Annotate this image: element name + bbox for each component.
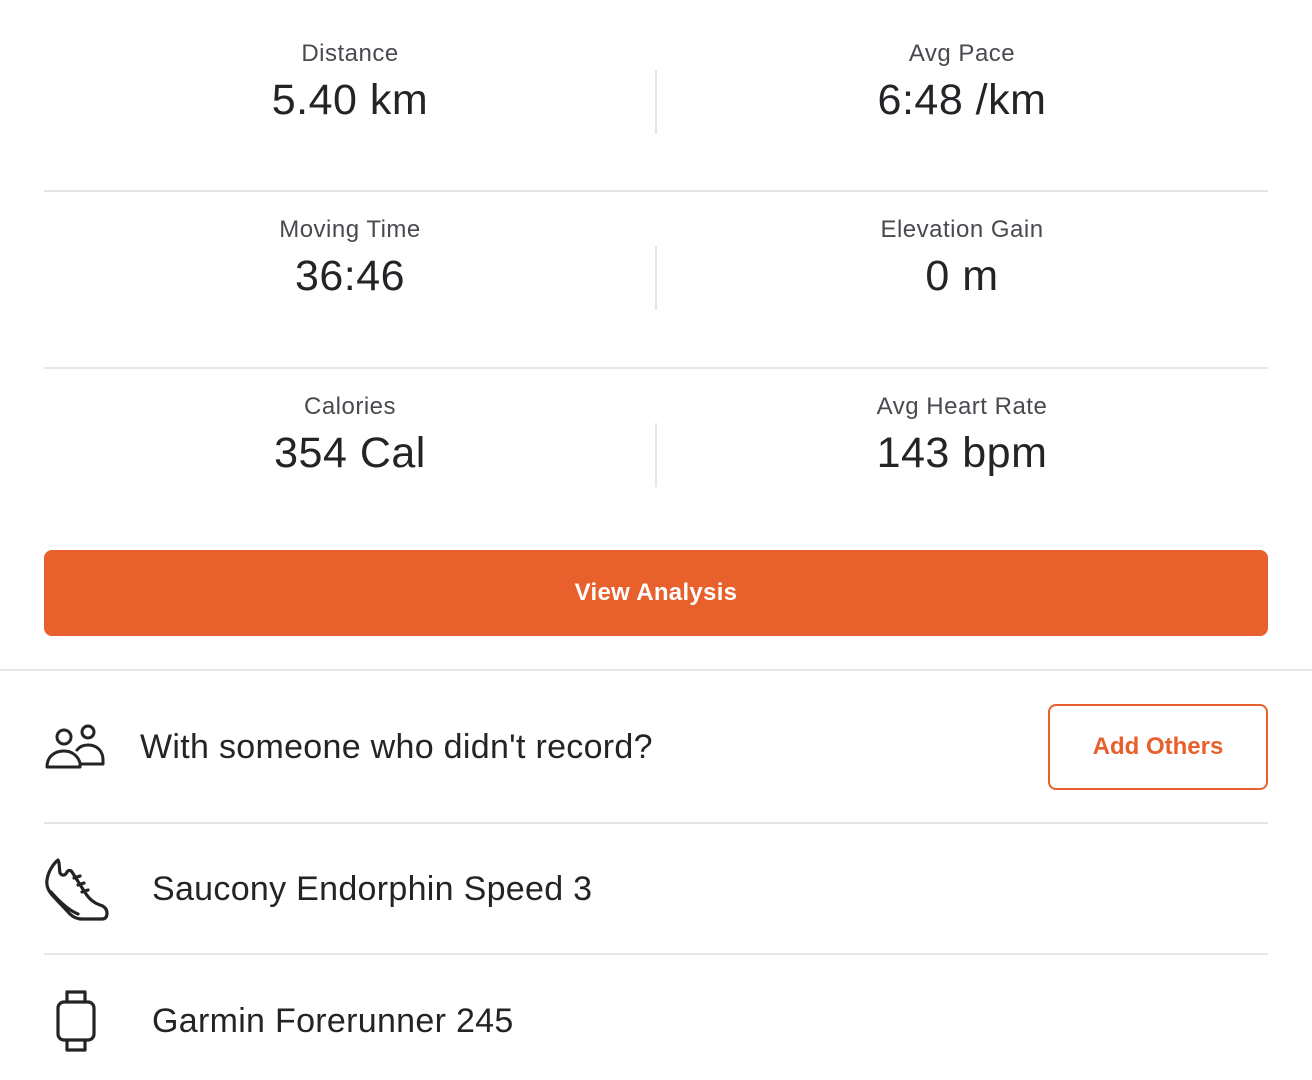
add-others-button[interactable]: Add Others (1048, 704, 1268, 790)
gear-device-row[interactable]: Garmin Forerunner 245 (44, 985, 1268, 1057)
stat-value: 354 Cal (274, 429, 426, 477)
stat-distance: Distance 5.40 km (44, 0, 656, 190)
row-divider (44, 822, 1268, 824)
stats-row-1: Distance 5.40 km Avg Pace 6:48 /km (44, 0, 1268, 190)
stat-value: 143 bpm (876, 429, 1048, 477)
stats-row-2: Moving Time 36:46 Elevation Gain 0 m (44, 190, 1268, 367)
stat-label: Distance (301, 40, 399, 67)
section-divider (0, 669, 1312, 671)
device-name: Garmin Forerunner 245 (152, 1001, 514, 1040)
row-divider (44, 953, 1268, 955)
gear-shoe-row[interactable]: Saucony Endorphin Speed 3 (44, 853, 1268, 925)
stat-avg-pace: Avg Pace 6:48 /km (656, 0, 1268, 190)
stat-value: 6:48 /km (877, 76, 1047, 124)
stat-value: 36:46 (294, 252, 406, 300)
stat-label: Elevation Gain (880, 216, 1044, 243)
stat-label: Avg Heart Rate (876, 393, 1048, 420)
stat-value: 0 m (925, 252, 999, 300)
watch-icon (44, 986, 114, 1056)
view-analysis-button[interactable]: View Analysis (44, 550, 1268, 636)
stat-moving-time: Moving Time 36:46 (44, 192, 656, 367)
stat-label: Moving Time (279, 216, 421, 243)
shoe-name: Saucony Endorphin Speed 3 (152, 869, 593, 908)
companions-prompt: With someone who didn't record? (140, 727, 653, 766)
stat-avg-heart-rate: Avg Heart Rate 143 bpm (656, 369, 1268, 544)
stat-elevation-gain: Elevation Gain 0 m (656, 192, 1268, 367)
stat-calories: Calories 354 Cal (44, 369, 656, 544)
stats-row-3: Calories 354 Cal Avg Heart Rate 143 bpm (44, 367, 1268, 544)
stat-label: Calories (303, 393, 397, 420)
activity-stats-grid: Distance 5.40 km Avg Pace 6:48 /km Movin… (44, 0, 1268, 544)
add-companions-row: With someone who didn't record? Add Othe… (44, 704, 1268, 790)
stat-value: 5.40 km (271, 76, 429, 124)
shoe-icon (44, 854, 114, 924)
people-icon (44, 712, 114, 782)
stat-label: Avg Pace (908, 40, 1016, 67)
